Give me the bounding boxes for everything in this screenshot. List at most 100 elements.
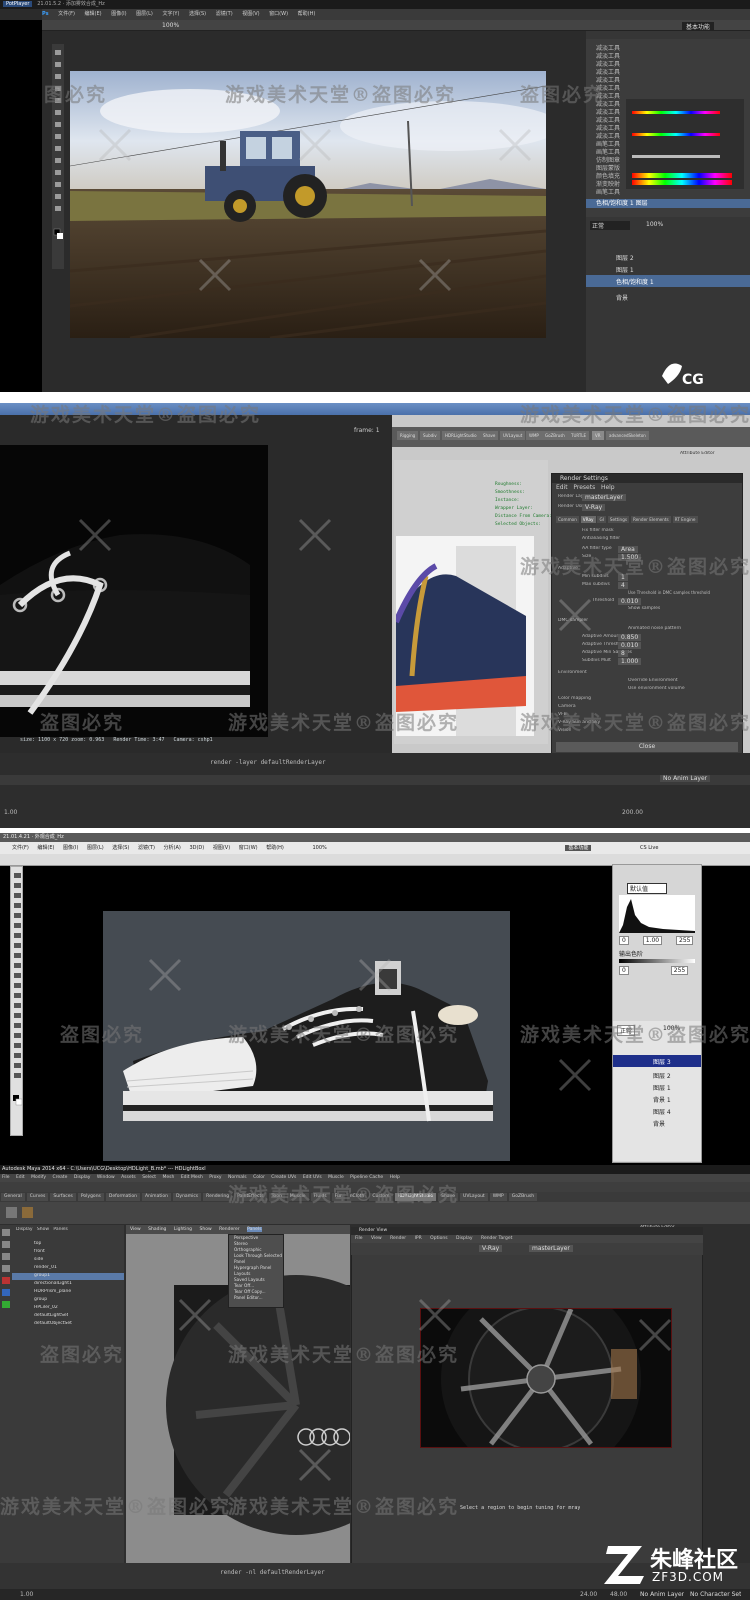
rs-row[interactable]: Show samples: [628, 606, 660, 611]
rs-row[interactable]: Animated noise pattern: [628, 626, 681, 631]
menu-filter[interactable]: 滤镜(T): [138, 845, 155, 851]
menu-layer[interactable]: 图层(L): [136, 11, 153, 17]
menu-item[interactable]: Color: [253, 1175, 265, 1180]
menu-item[interactable]: Create UVs: [271, 1175, 296, 1180]
min-subdivs-field[interactable]: 1: [618, 574, 628, 581]
rs-tab-active[interactable]: VRay: [580, 516, 596, 523]
opacity-field[interactable]: 100%: [663, 1025, 680, 1032]
menu-file[interactable]: 文件(F): [12, 845, 29, 851]
shelf-tab[interactable]: Curves: [26, 1193, 49, 1201]
menu-item[interactable]: Select: [142, 1175, 156, 1180]
output-black[interactable]: 0: [619, 966, 629, 975]
shelf-icons[interactable]: [0, 1202, 750, 1224]
rs-row[interactable]: Override Environment: [628, 678, 678, 683]
aa-type-select[interactable]: Area: [618, 546, 638, 553]
menu-window[interactable]: 窗口(W): [239, 845, 258, 851]
workspace-select[interactable]: 基本功能: [682, 22, 715, 31]
outliner-item-selected[interactable]: group1: [12, 1273, 124, 1280]
shelf-tab[interactable]: Rigging: [397, 431, 419, 440]
menu-help[interactable]: 帮助(H): [266, 845, 284, 851]
adaptive-amount-field[interactable]: 0.850: [618, 634, 642, 641]
shelf-tab-active[interactable]: VR: [592, 431, 604, 440]
layer-row[interactable]: 图层 1: [616, 265, 634, 274]
vp-menu-item[interactable]: Renderer: [219, 1227, 240, 1232]
layer-row[interactable]: 背景: [653, 1119, 665, 1128]
wheel-render-image[interactable]: [420, 1308, 672, 1448]
outliner-item[interactable]: render_01: [34, 1265, 57, 1270]
shelf-tab[interactable]: Dynamics: [172, 1193, 202, 1201]
adaptive-min-field[interactable]: 8: [618, 650, 628, 657]
zoom-field[interactable]: 100%: [312, 845, 326, 851]
menu-select[interactable]: 选择(S): [112, 845, 129, 851]
shelf-tab[interactable]: HDRLightStudio: [442, 431, 480, 440]
vp-menu-item[interactable]: Shading: [148, 1227, 166, 1232]
history-item[interactable]: 画笔工具: [596, 187, 620, 196]
menu-help[interactable]: 帮助(H): [298, 11, 316, 17]
shelf-tab[interactable]: TURTLE: [568, 431, 590, 440]
outliner-item[interactable]: defaultLightSet: [34, 1313, 68, 1318]
outliner-item[interactable]: group: [34, 1297, 47, 1302]
menu-window[interactable]: 窗口(W): [269, 11, 288, 17]
outliner-item[interactable]: side: [34, 1257, 43, 1262]
dropdown-item[interactable]: Panel Editor...: [229, 1295, 283, 1301]
outliner-item[interactable]: top: [34, 1241, 41, 1246]
shelf-tab[interactable]: PaintEffects: [234, 1193, 267, 1201]
rv-menu-item[interactable]: IPR: [415, 1236, 422, 1241]
render-camera-select[interactable]: V-Ray: [479, 1245, 503, 1252]
shelf-tab[interactable]: Surfaces: [50, 1193, 76, 1201]
shelf-tab[interactable]: GoZBrush: [508, 1193, 538, 1201]
outliner-menu-show[interactable]: Show: [37, 1227, 49, 1232]
shelf-tab[interactable]: Toon: [268, 1193, 285, 1201]
shelf-tab[interactable]: WMP: [489, 1193, 507, 1201]
rs-menu-help[interactable]: Help: [601, 484, 615, 491]
vp-menu-item[interactable]: Lighting: [174, 1227, 192, 1232]
shelf-tab[interactable]: Custom: [369, 1193, 393, 1201]
range-start[interactable]: 1.00: [4, 809, 17, 816]
tools-panel[interactable]: [52, 44, 64, 269]
shelf-tab[interactable]: nCloth: [346, 1193, 368, 1201]
shelf-tab[interactable]: Shave: [480, 431, 499, 440]
blend-mode-select[interactable]: 正常: [590, 221, 630, 230]
output-white[interactable]: 255: [670, 966, 689, 975]
rs-section[interactable]: Environment: [558, 670, 587, 675]
blend-mode-select[interactable]: 正常: [617, 1025, 636, 1036]
shelf-tab[interactable]: Muscle: [286, 1193, 309, 1201]
menu-image[interactable]: 图像(I): [63, 845, 78, 851]
menu-item[interactable]: Create: [52, 1175, 67, 1180]
shelf-tab[interactable]: Subdiv: [420, 431, 440, 440]
levels-gamma[interactable]: 1.00: [642, 936, 663, 945]
opacity-field[interactable]: 100%: [646, 221, 663, 228]
menu-layer[interactable]: 图层(L): [87, 845, 104, 851]
outliner-item[interactable]: HPLiler_02: [34, 1305, 58, 1310]
history-active[interactable]: 色相/饱和度 1 图层: [586, 199, 750, 208]
menu-item[interactable]: Edit: [16, 1175, 25, 1180]
app-tab[interactable]: PotPlayer: [3, 1, 33, 7]
levels-preset[interactable]: 默认值: [627, 883, 667, 894]
rs-section[interactable]: Color mapping: [558, 696, 591, 701]
levels-black[interactable]: 0: [619, 936, 629, 945]
shelf-tab[interactable]: Deformation: [105, 1193, 140, 1201]
outliner-item[interactable]: defaultObjectSet: [34, 1321, 72, 1326]
rv-menu-item[interactable]: File: [355, 1236, 363, 1241]
layer-row[interactable]: 背景: [616, 293, 628, 302]
levels-white[interactable]: 255: [676, 936, 694, 945]
threshold-field[interactable]: 0.010: [618, 598, 642, 605]
shelf-tab[interactable]: WMP: [526, 431, 542, 440]
menu-view[interactable]: 视图(V): [213, 845, 230, 851]
menu-item[interactable]: Pipeline Cache: [350, 1175, 383, 1180]
adaptive-threshold-field[interactable]: 0.010: [618, 642, 642, 649]
rs-menu-presets[interactable]: Presets: [573, 484, 595, 491]
command-line[interactable]: render -nl defaultRenderLayer: [220, 1569, 325, 1576]
tractor-canvas[interactable]: [70, 71, 546, 338]
menu-item[interactable]: Help: [390, 1175, 400, 1180]
shelf-tab[interactable]: UVLayout: [460, 1193, 488, 1201]
shelf-tab[interactable]: UVLayout: [500, 431, 526, 440]
render-layer-select[interactable]: masterLayer: [529, 1245, 573, 1252]
aa-size-field[interactable]: 1.500: [618, 554, 642, 561]
layer-row[interactable]: 图层 1: [653, 1083, 671, 1092]
menu-item[interactable]: Display: [74, 1175, 91, 1180]
outliner-menu-display[interactable]: Display: [16, 1227, 33, 1232]
rs-section[interactable]: Vision: [558, 728, 571, 733]
rs-tab[interactable]: GI: [597, 516, 606, 523]
tools-panel[interactable]: [10, 866, 23, 1136]
